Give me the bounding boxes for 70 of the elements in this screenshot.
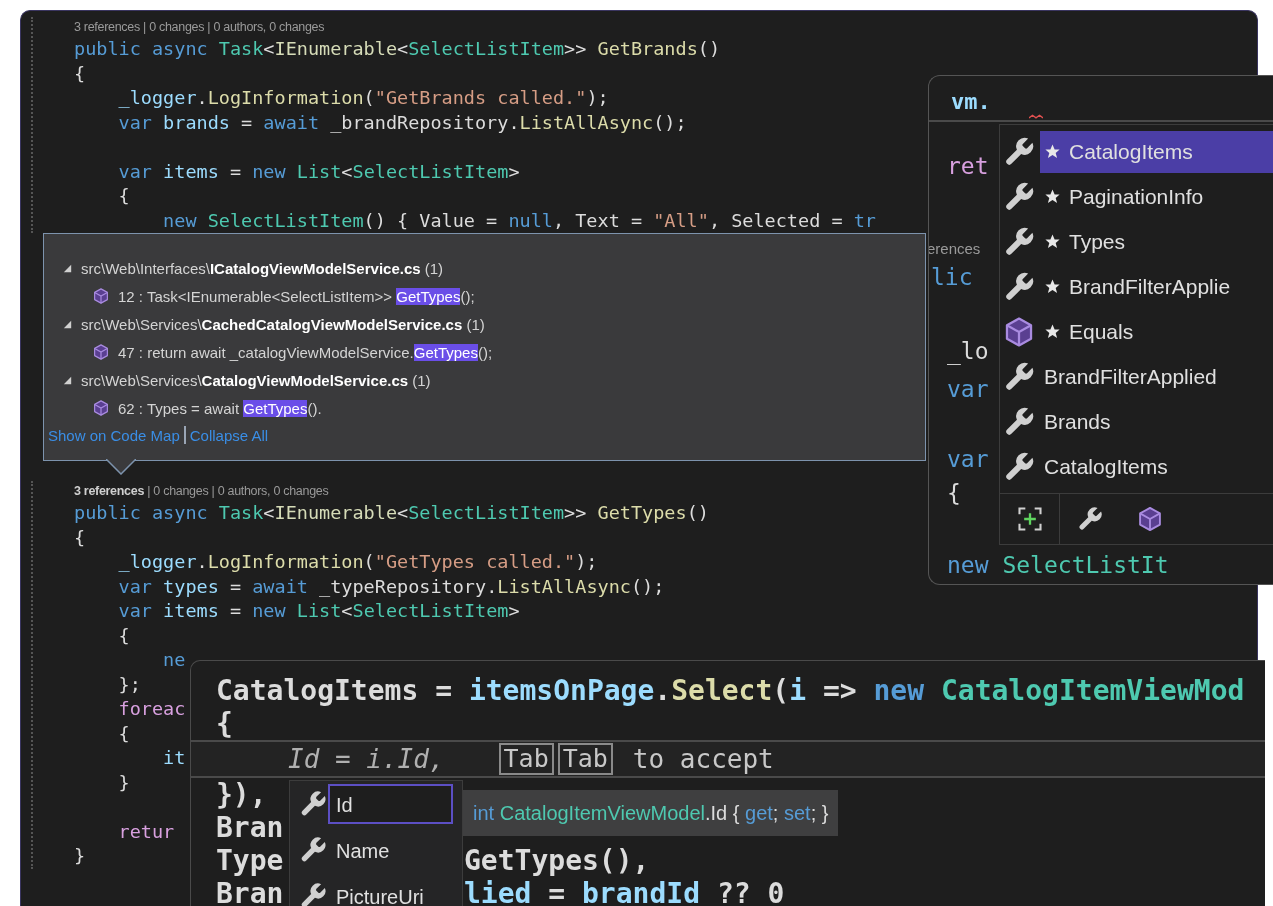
completion-item[interactable]: PictureUri	[328, 876, 453, 906]
code-line: foreac	[117, 697, 186, 721]
code-line: public async Task<IEnumerable<SelectListItem>> GetBrands()	[74, 37, 721, 61]
code-line: ret	[947, 152, 989, 181]
completion-item[interactable]: Types	[1040, 220, 1273, 263]
code-line: };	[117, 672, 141, 697]
key-hint: Tab	[498, 743, 554, 775]
expanded-arrow-icon[interactable]	[62, 262, 73, 274]
code-line: {	[947, 479, 961, 508]
code-line: var	[947, 445, 989, 474]
cube-icon	[92, 399, 110, 417]
code-line: {	[117, 184, 130, 208]
code-line: it	[162, 746, 186, 770]
wrench-icon[interactable]	[1076, 505, 1104, 533]
code-line: var brands = await _brandRepository.ListAllAsync();	[117, 110, 687, 135]
code-line: lic	[931, 263, 973, 292]
code-line: new SelectListIt	[947, 551, 1169, 580]
code-line: ne	[162, 648, 186, 672]
expanded-arrow-icon[interactable]	[62, 374, 73, 386]
code-line: var items = new List<SelectListItem>	[117, 599, 520, 623]
completion-item[interactable]: PaginationInfo	[1040, 175, 1273, 218]
code-line: new SelectListItem() { Value = null, Text = "All", Selected = tr	[162, 208, 876, 233]
code-line: }	[74, 844, 86, 868]
completion-item[interactable]: Equals	[1040, 310, 1273, 353]
code-lens-info[interactable]: 3 references | 0 changes | 0 authors, 0 changes	[74, 17, 325, 37]
key-hint: Tab	[557, 743, 613, 775]
completion-item[interactable]: Brands	[1040, 400, 1273, 443]
code-line: {	[117, 721, 130, 746]
code-line: }),	[215, 778, 267, 811]
ghost-text: Id = i.Id,	[288, 744, 445, 774]
cube-icon	[92, 287, 110, 305]
completion-item[interactable]: Name	[328, 830, 453, 870]
code-line: _lo	[947, 337, 989, 367]
completion-item[interactable]: CatalogItems	[1040, 130, 1273, 173]
error-squiggle-icon	[1029, 114, 1043, 120]
completion-item[interactable]: CatalogItems	[1040, 445, 1273, 488]
code-line: var types = await _typeRepository.ListAllAsync();	[117, 574, 665, 599]
code-line: var items = new List<SelectListItem>	[117, 159, 520, 184]
code-line: Bran	[215, 811, 284, 844]
code-line: }	[117, 770, 130, 795]
code-line: CatalogItems = itemsOnPage.Select(i => new CatalogItemViewMod	[215, 674, 1245, 707]
completion-item[interactable]: BrandFilterApplie	[1040, 265, 1273, 308]
code-line: _logger.LogInformation("GetBrands called.");	[117, 86, 609, 110]
code-line: lied = brandId ?? 0	[464, 877, 785, 906]
code-line: {	[117, 623, 130, 648]
code-line: retur	[117, 819, 175, 844]
signature-tooltip: int CatalogItemViewModel.Id { get; set; }	[463, 790, 839, 836]
code-line: Type	[216, 844, 284, 877]
code-line: _logger.LogInformation("GetTypes called.");	[117, 550, 598, 574]
reference-result[interactable]: 62 : Types = await GetTypes().	[118, 399, 322, 417]
file-path[interactable]: src\Web\Services\CatalogViewModelService.cs (1)	[81, 371, 431, 389]
code-line: public async Task<IEnumerable<SelectListItem>> GetTypes()	[74, 501, 709, 525]
code-line: {	[74, 61, 86, 86]
cube-icon[interactable]	[1136, 505, 1164, 533]
code-lens-info[interactable]: 3 references | 0 changes | 0 authors, 0 changes	[74, 481, 329, 501]
hint-text: to accept	[632, 744, 774, 774]
code-line: {	[215, 707, 233, 740]
code-line: {	[74, 525, 86, 550]
expanded-arrow-icon[interactable]	[62, 318, 73, 330]
code-line: vm.	[951, 88, 991, 116]
code-line: Bran	[216, 877, 284, 906]
code-line: GetTypes(),	[464, 844, 650, 877]
add-bracket-icon[interactable]	[1015, 505, 1044, 533]
file-path[interactable]: src\Web\Services\CachedCatalogViewModelService.cs (1)	[81, 315, 485, 333]
code-line: var	[947, 375, 989, 404]
reference-result[interactable]: 12 : Task<IEnumerable<SelectListItem>> GetTypes();	[118, 287, 475, 305]
completion-item[interactable]: BrandFilterApplied	[1040, 355, 1273, 398]
file-path[interactable]: src\Web\Interfaces\ICatalogViewModelService.cs (1)	[81, 259, 444, 277]
cube-icon	[92, 343, 110, 361]
completion-item[interactable]: Id	[328, 784, 453, 824]
